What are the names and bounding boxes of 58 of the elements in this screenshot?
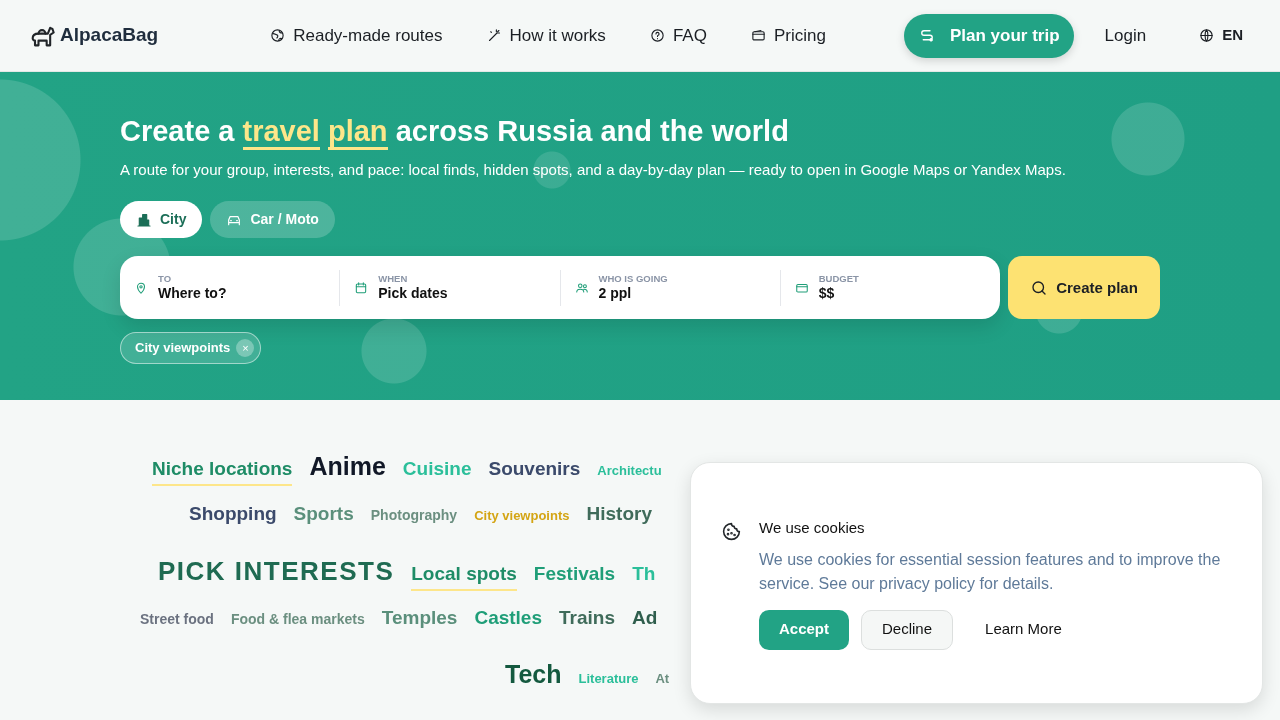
globe-icon <box>270 28 286 43</box>
field-label: TO <box>158 273 173 285</box>
search-field[interactable]: TO Where to? <box>120 269 341 306</box>
people-icon <box>574 280 589 295</box>
hero-subtitle: A route for your group, interests, and pace: local finds, hidden spots, and a day-by-day plan — ready to open in Google Maps or Yandex Maps. <box>120 159 1066 180</box>
interest-tag[interactable]: Temples <box>381 604 458 633</box>
search-field[interactable]: WHO IS GOING 2 ppl <box>560 269 781 306</box>
plan-trip-button[interactable]: Plan your trip <box>903 13 1074 58</box>
interest-tag[interactable]: Festivals <box>533 560 616 589</box>
field-value: 2 ppl <box>598 284 633 303</box>
interest-tag[interactable]: Trains <box>559 604 615 633</box>
cookie-text: We use cookies for essential session features and to improve the service. See our privacy policy for details. <box>759 549 1222 594</box>
interest-tag[interactable]: Anime <box>309 448 386 486</box>
field-label: BUDGET <box>818 273 859 285</box>
interest-tag[interactable]: Street food <box>140 609 214 630</box>
wallet-icon <box>750 28 766 43</box>
interest-tag[interactable]: Tech <box>505 656 562 694</box>
location-pin-icon <box>134 280 148 295</box>
learn-more-link[interactable]: Learn More <box>973 609 1074 650</box>
create-plan-button[interactable]: Create plan <box>1008 256 1160 320</box>
login-link[interactable]: Login <box>1104 22 1147 49</box>
interest-tag[interactable]: History <box>586 500 652 529</box>
interest-tag[interactable]: PICK INTERESTS <box>158 552 395 591</box>
interest-tag[interactable]: Local spots <box>411 560 517 591</box>
logo-text[interactable]: AlpacaBag <box>60 21 159 50</box>
decline-button[interactable]: Decline <box>861 609 954 650</box>
mode-tab[interactable]: City <box>120 201 203 239</box>
interest-tag[interactable]: Ad <box>632 604 658 633</box>
field-label: WHEN <box>378 273 409 285</box>
interest-tag[interactable]: Souvenirs <box>488 455 581 484</box>
field-label: WHO IS GOING <box>598 273 668 285</box>
hero-heading: Create a travel plan across Russia and the world <box>120 114 789 149</box>
nav-link[interactable]: Pricing <box>750 22 826 49</box>
field-value: $$ <box>818 284 836 303</box>
nav-link[interactable]: Ready-made routes <box>270 22 443 49</box>
language-selector[interactable]: EN <box>1198 23 1244 48</box>
interest-tag[interactable]: Food & flea markets <box>230 609 365 630</box>
search-field[interactable]: WHEN Pick dates <box>340 269 561 306</box>
interest-tag[interactable]: Castles <box>474 604 542 633</box>
interest-tag[interactable]: Niche locations <box>152 455 293 486</box>
nav-link[interactable]: How it works <box>486 22 606 49</box>
cookie-title: We use cookies <box>759 518 866 538</box>
interest-tag[interactable]: At <box>655 669 670 689</box>
calendar-icon <box>354 280 369 295</box>
buildings-icon <box>136 211 152 228</box>
interest-tag[interactable]: Photography <box>370 505 458 526</box>
search-field[interactable]: BUDGET $$ <box>780 269 1000 306</box>
accept-button[interactable]: Accept <box>759 609 850 650</box>
field-value: Where to? <box>158 284 227 303</box>
globe-icon <box>1199 28 1215 43</box>
chip-label: City viewpoints <box>135 339 231 358</box>
cookie-icon <box>721 521 742 542</box>
magic-wand-icon <box>486 28 502 43</box>
interest-tag[interactable]: Sports <box>293 500 354 529</box>
nav-link[interactable]: FAQ <box>649 22 707 49</box>
help-icon <box>649 28 665 43</box>
field-value: Pick dates <box>378 284 448 303</box>
interest-tag[interactable]: Shopping <box>189 500 277 529</box>
